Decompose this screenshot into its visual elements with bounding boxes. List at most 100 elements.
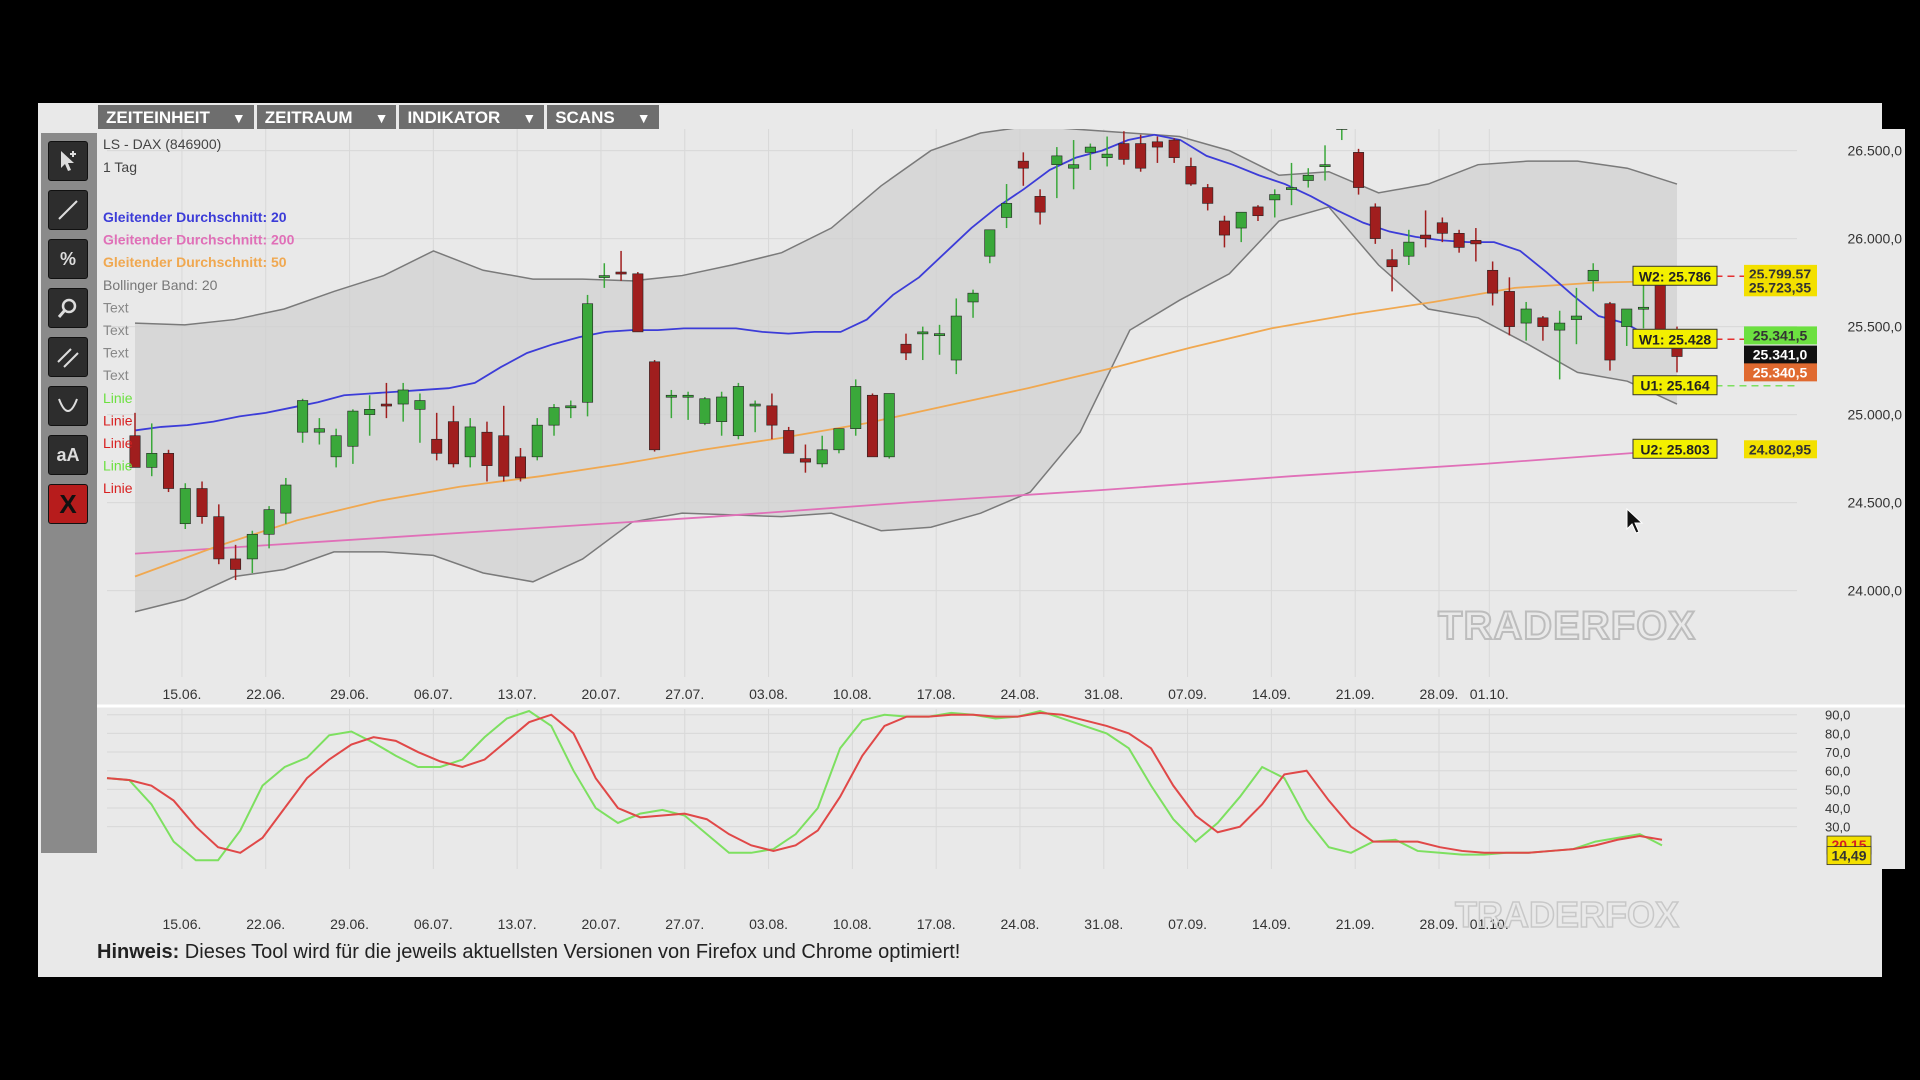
parallel-lines-tool-button[interactable] [48, 337, 88, 377]
candle-body [866, 394, 878, 458]
level-text: U1: 25.164 [1640, 378, 1709, 394]
candle-body [1537, 317, 1549, 327]
x-tick-label: 29.06. [330, 916, 369, 932]
curve-tool-button[interactable] [48, 386, 88, 426]
y-tick-label: 26.500,0 [1848, 143, 1903, 159]
chevron-down-icon: ▼ [636, 110, 651, 126]
candle-body [984, 229, 996, 257]
level-text: W1: 25.428 [1639, 331, 1712, 347]
x-tick-label: 31.08. [1084, 916, 1123, 932]
candle-body [481, 431, 493, 466]
stoch-y-tick-label: 40,0 [1825, 801, 1850, 816]
candle-body [732, 386, 744, 437]
chart-area[interactable]: 15.06. 15.06. 22.06. 22.06. 29.06. 29.06. 06.0… [97, 129, 1905, 954]
candle-body [1168, 139, 1180, 158]
x-tick-label: 20.07. [581, 686, 620, 702]
text-icon: aA [56, 444, 80, 465]
candle [1604, 301, 1616, 371]
drawing-toolbar: % aA X [41, 133, 97, 853]
candle [699, 397, 711, 426]
candle-body [1403, 241, 1415, 257]
stochastic-panel [97, 704, 1905, 869]
x-tick-label: 06.07. [414, 916, 453, 932]
candle-body [1151, 141, 1163, 148]
text-tool-button[interactable]: aA [48, 435, 88, 475]
y-tick-label: 25.000,0 [1848, 407, 1903, 423]
candle-body [1051, 155, 1063, 165]
instrument-title: LS - DAX (846900) [103, 136, 221, 152]
candle-body [950, 315, 962, 361]
pointer-icon [61, 151, 76, 171]
line-tool-button[interactable] [48, 190, 88, 230]
candle-body [799, 458, 811, 463]
price-tag: 24.802,95 [1744, 440, 1817, 459]
candle [833, 428, 845, 454]
candle-body [883, 393, 895, 458]
candle-body [213, 516, 225, 560]
candle-body [1269, 194, 1281, 201]
legend-entry: Text [103, 367, 129, 383]
menu-zeiteinheit[interactable]: ZEITEINHEIT ▼ [98, 105, 254, 131]
price-tag-text: 25.341,5 [1753, 327, 1808, 343]
legend-entry: Gleitender Durchschnitt: 20 [103, 209, 287, 225]
price-tag-text: 25.341,0 [1753, 347, 1808, 363]
candle-body [1017, 160, 1029, 169]
candle-body [766, 405, 778, 426]
close-icon: X [59, 488, 77, 519]
candle-body [749, 403, 761, 407]
candle-body [431, 438, 443, 454]
menu-zeitraum[interactable]: ZEITRAUM ▼ [256, 105, 397, 131]
percent-tool-button[interactable]: % [48, 239, 88, 279]
legend-entry: Gleitender Durchschnitt: 50 [103, 254, 287, 270]
candle-body [246, 533, 258, 560]
stoch-y-tick-label: 80,0 [1825, 726, 1850, 741]
y-tick-label: 26.000,0 [1848, 231, 1903, 247]
candle-body [1319, 164, 1331, 167]
candle [850, 379, 862, 436]
legend-entry: Linie [103, 480, 133, 496]
candle [783, 426, 795, 454]
legend-entry: Text [103, 299, 129, 315]
candle-body [565, 405, 577, 409]
candle-body [900, 343, 912, 354]
x-tick-label: 28.09. [1420, 686, 1459, 702]
price-tag: 25.341,5 [1744, 326, 1817, 345]
candle-body [967, 292, 979, 303]
legend-entry: Bollinger Band: 20 [103, 277, 218, 293]
x-tick-label: 14.09. [1252, 686, 1291, 702]
menu-label: ZEITRAUM [264, 108, 353, 127]
candle-body [1286, 187, 1297, 190]
candle-body [263, 509, 275, 535]
candle-body [1470, 240, 1482, 245]
legend-entry: Linie [103, 390, 133, 406]
candle-body [179, 488, 191, 525]
candle-body [850, 386, 862, 429]
x-tick-label: 03.08. [749, 686, 788, 702]
menu-scans[interactable]: SCANS ▼ [547, 105, 659, 131]
candle [866, 393, 878, 458]
candle-body [447, 421, 459, 465]
candle-body [1587, 269, 1599, 282]
candle-body [1520, 308, 1532, 324]
candle-body [1353, 152, 1365, 188]
delete-tool-button[interactable]: X [48, 484, 88, 524]
zoom-tool-button[interactable] [48, 288, 88, 328]
candle-body [716, 396, 728, 422]
candle [163, 449, 175, 493]
stoch-tag: 14,49 [1826, 846, 1872, 866]
candle-body [1369, 206, 1381, 239]
watermark-logo: TRADERFOX [1438, 604, 1696, 648]
menu-indikator[interactable]: INDIKATOR ▼ [399, 105, 545, 131]
y-tick-label: 24.500,0 [1848, 495, 1903, 511]
pointer-tool-button[interactable] [48, 141, 88, 181]
candle-body [347, 410, 359, 447]
x-tick-label: 10.08. [833, 916, 872, 932]
candle-body [1252, 206, 1264, 217]
candle-body [816, 449, 828, 465]
stoch-y-tick-label: 60,0 [1825, 764, 1850, 779]
stoch-y-tick-label: 70,0 [1825, 745, 1850, 760]
candle-body [196, 488, 208, 517]
candle-body [1185, 166, 1197, 185]
candle-body [515, 456, 526, 479]
level-text: U2: 25.803 [1640, 441, 1709, 457]
